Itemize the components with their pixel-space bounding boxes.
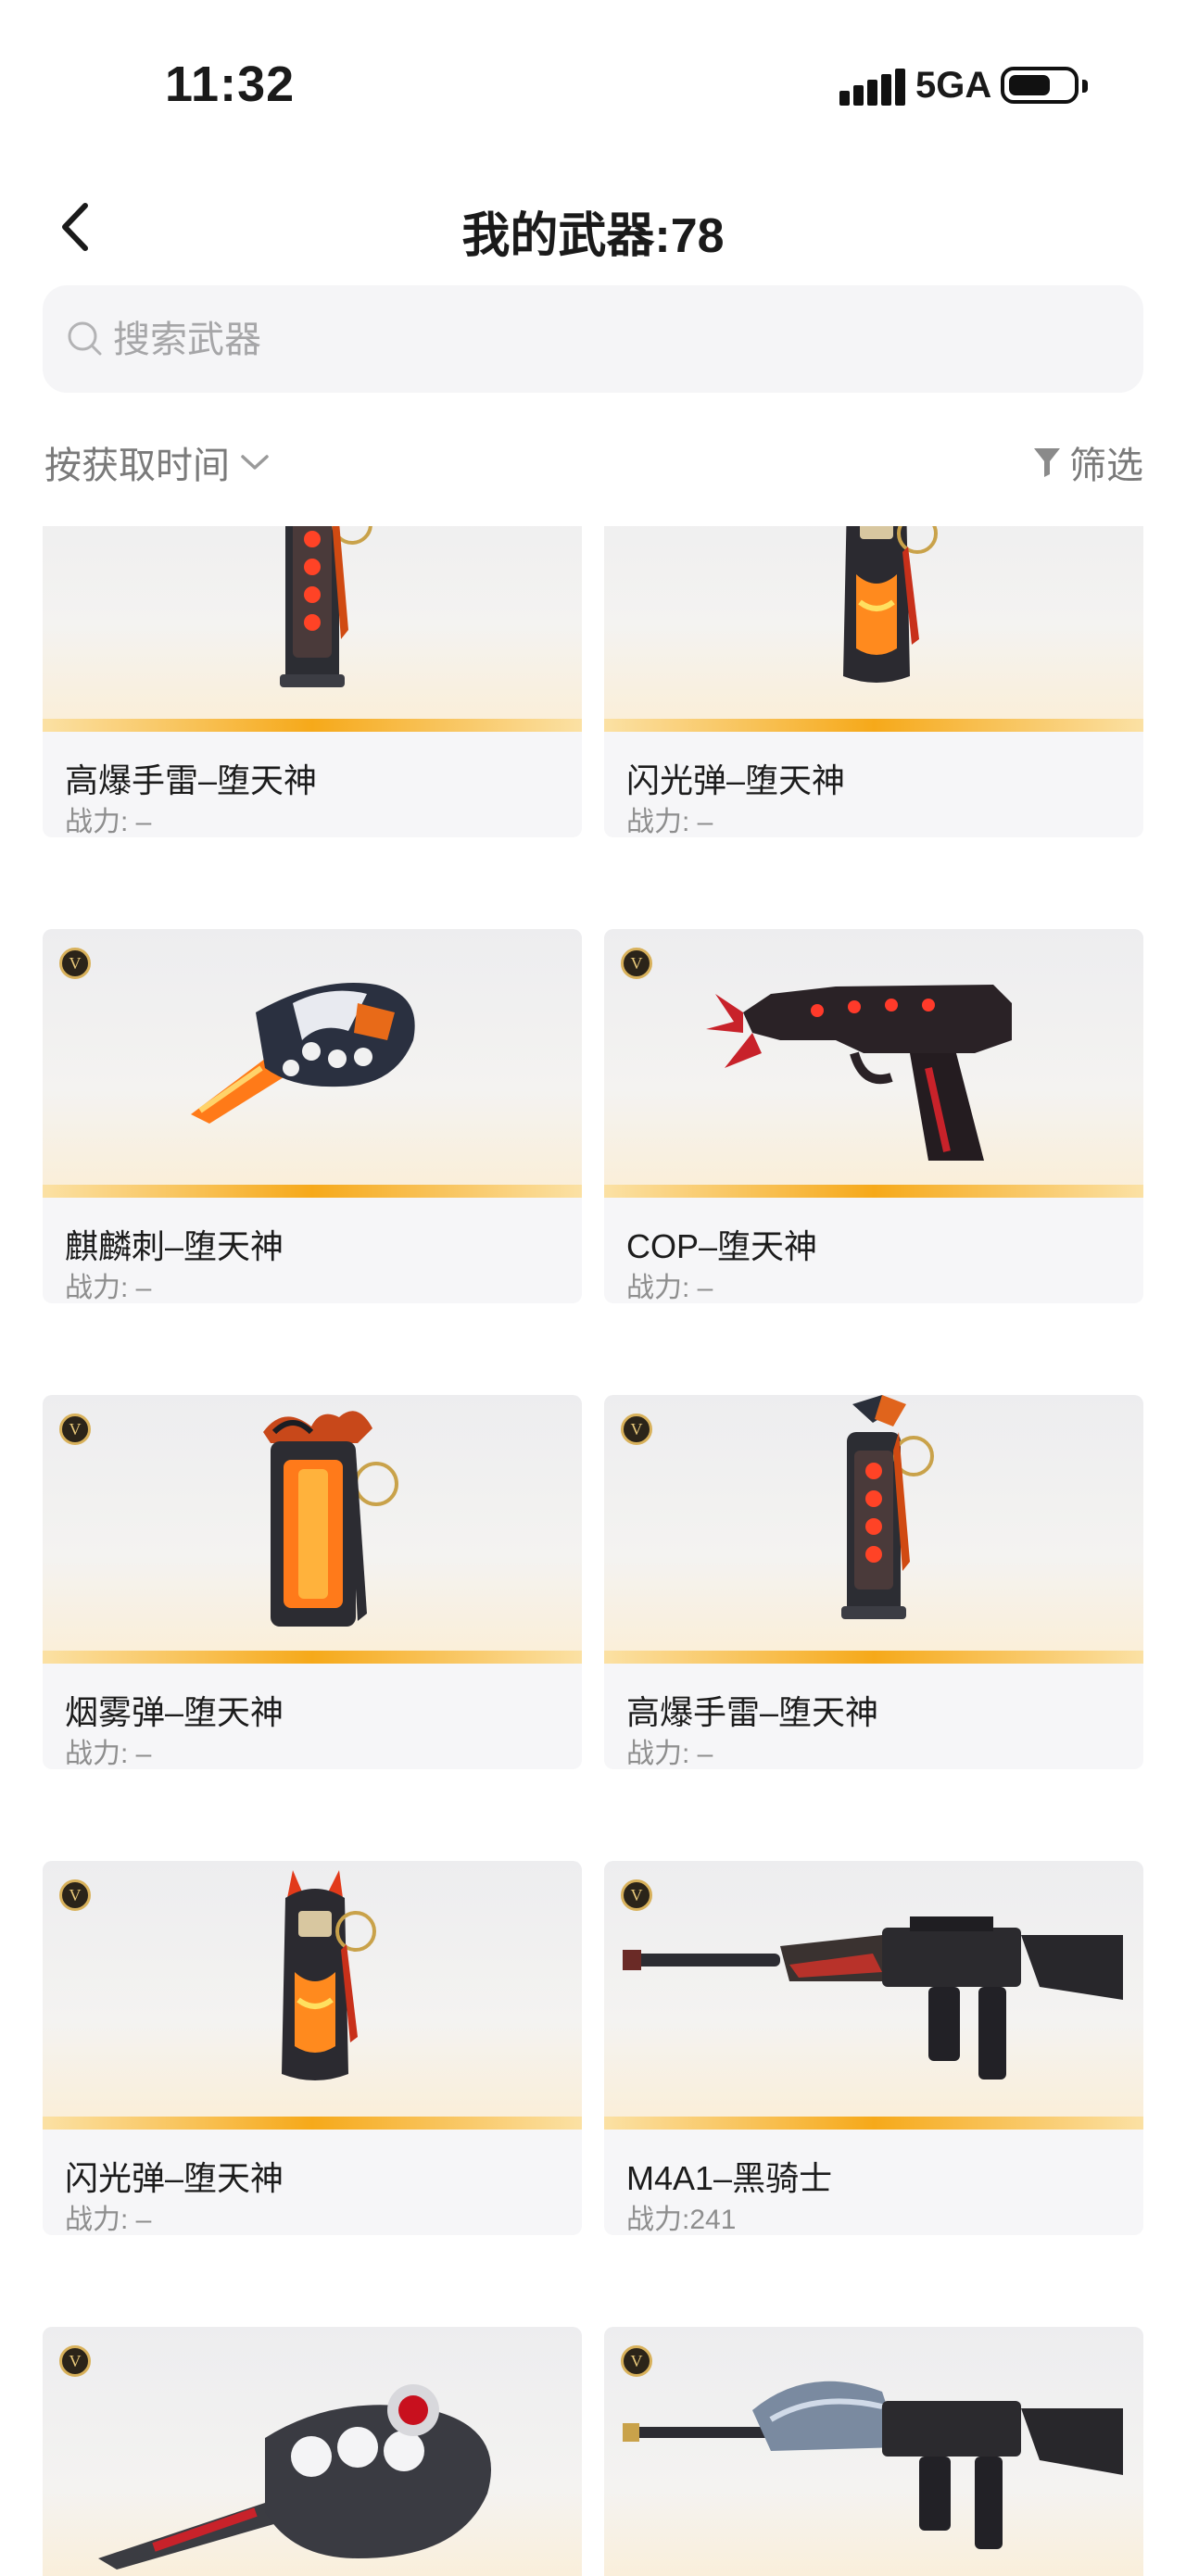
weapon-image: [191, 983, 415, 1124]
weapon-card[interactable]: V: [604, 2327, 1143, 2576]
search-bar[interactable]: [43, 285, 1143, 395]
weapon-image: [263, 1411, 398, 1627]
weapon-name: 麒麟刺–堕天神: [65, 1227, 284, 1265]
sort-label: 按获取时间: [44, 446, 230, 486]
weapon-power: 战力: –: [626, 1739, 713, 1769]
weapon-card[interactable]: V 闪光弹–堕天神 战力: –: [43, 1861, 582, 2235]
weapon-power: 战力: –: [65, 1273, 152, 1303]
funnel-icon: [1034, 448, 1060, 477]
search-input[interactable]: [111, 285, 1116, 395]
weapon-grid: V 高爆手雷–堕天神 战力: – V 闪光弹–堕天神 战力: – V 麒麟刺–堕…: [0, 526, 1186, 2576]
weapon-card[interactable]: V 闪光弹–堕天神 战力: –: [604, 526, 1143, 837]
vip-badge-icon: V: [621, 1414, 652, 1445]
rarity-bar: [43, 1185, 582, 1198]
rarity-bar: [604, 2117, 1143, 2130]
filter-label: 筛选: [1069, 446, 1143, 486]
rarity-bar: [604, 1651, 1143, 1664]
vip-badge-icon: V: [59, 1879, 91, 1911]
vip-badge-icon: V: [59, 948, 91, 979]
weapon-card[interactable]: V 高爆手雷–堕天神 战力: –: [604, 1395, 1143, 1769]
weapon-image: [280, 526, 372, 687]
weapon-name: 闪光弹–堕天神: [65, 2159, 284, 2197]
weapon-name: 烟雾弹–堕天神: [65, 1693, 284, 1731]
rarity-bar: [43, 1651, 582, 1664]
weapon-image: [706, 985, 1012, 1161]
weapon-name: 高爆手雷–堕天神: [65, 761, 318, 799]
weapon-card[interactable]: V COP–堕天神 战力: –: [604, 929, 1143, 1303]
network-label: 5GA: [915, 65, 992, 106]
chevron-down-icon: [241, 455, 269, 470]
sort-dropdown[interactable]: 按获取时间: [44, 435, 271, 489]
nav-bar: 我的武器:78: [0, 176, 1186, 278]
status-bar: 11:32 5GA: [0, 0, 1186, 167]
vip-badge-icon: V: [621, 1879, 652, 1911]
weapon-image: [841, 1395, 934, 1619]
rarity-bar: [43, 719, 582, 732]
weapon-name: COP–堕天神: [626, 1227, 818, 1265]
weapon-name: 闪光弹–堕天神: [626, 761, 846, 799]
weapon-power: 战力: –: [626, 1273, 713, 1303]
weapon-name: 高爆手雷–堕天神: [626, 1693, 879, 1731]
weapon-card[interactable]: V 麒麟刺–堕天神 战力: –: [43, 929, 582, 1303]
weapon-power: 战力:241: [626, 2205, 737, 2235]
weapon-power: 战力: –: [626, 807, 713, 837]
weapon-image: [623, 1916, 1123, 2080]
rarity-bar: [604, 1185, 1143, 1198]
page-title: 我的武器:78: [461, 209, 725, 263]
battery-icon: [1001, 67, 1088, 104]
weapon-card[interactable]: V: [43, 2327, 582, 2576]
weapon-name: M4A1–黑骑士: [626, 2159, 833, 2197]
vip-badge-icon: V: [621, 2345, 652, 2377]
weapon-image: [843, 526, 938, 683]
rarity-bar: [43, 2117, 582, 2130]
weapon-image: [282, 1870, 376, 2080]
vip-badge-icon: V: [59, 1414, 91, 1445]
weapon-card[interactable]: V 高爆手雷–堕天神 战力: –: [43, 526, 582, 837]
signal-icon: [839, 69, 905, 106]
weapon-card[interactable]: V 烟雾弹–堕天神 战力: –: [43, 1395, 582, 1769]
search-icon: [68, 321, 102, 356]
weapon-image: [98, 2384, 491, 2570]
weapon-power: 战力: –: [65, 807, 152, 837]
status-time: 11:32: [165, 57, 296, 112]
weapon-card[interactable]: V M4A1–黑骑士 战力:241: [604, 1861, 1143, 2235]
vip-badge-icon: V: [59, 2345, 91, 2377]
filter-button[interactable]: 筛选: [1032, 435, 1143, 489]
rarity-bar: [604, 719, 1143, 732]
vip-badge-icon: V: [621, 948, 652, 979]
weapon-power: 战力: –: [65, 1739, 152, 1769]
weapon-power: 战力: –: [65, 2205, 152, 2235]
weapon-image: [623, 2381, 1123, 2549]
